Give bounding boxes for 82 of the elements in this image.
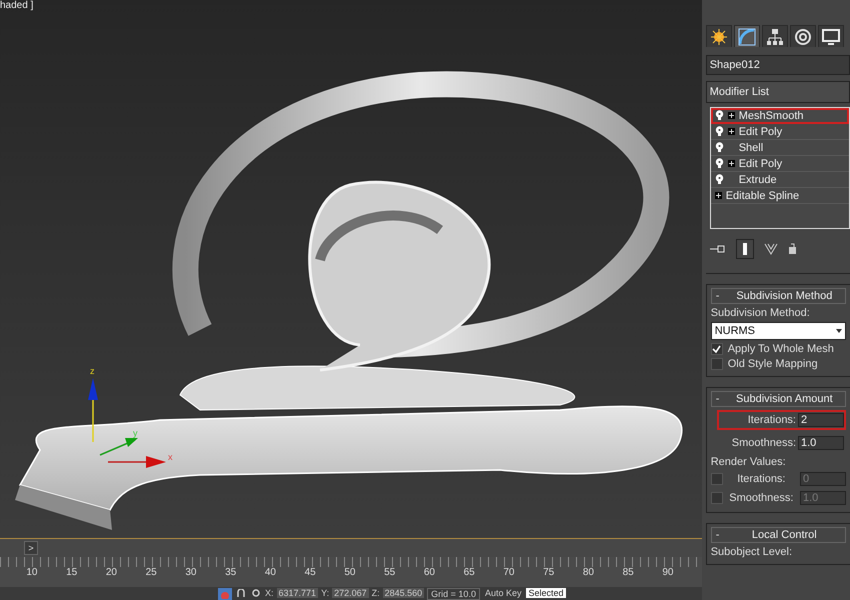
checkbox[interactable] bbox=[710, 358, 723, 370]
render-values-label: Render Values: bbox=[710, 456, 787, 468]
z-coordinate-field[interactable]: 2845.560 bbox=[382, 588, 424, 598]
frame-number: 10 bbox=[25, 567, 38, 578]
frame-number: 90 bbox=[661, 567, 674, 578]
method-dropdown[interactable]: NURMS bbox=[710, 322, 846, 340]
expand-icon[interactable] bbox=[714, 192, 722, 199]
light-bulb-icon[interactable] bbox=[714, 158, 724, 169]
hierarchy-tab[interactable] bbox=[762, 25, 788, 47]
magnet-icon[interactable] bbox=[235, 588, 247, 598]
subobject-level-label: Subobject Level: bbox=[710, 546, 794, 558]
light-bulb-icon[interactable] bbox=[714, 126, 724, 137]
frame-number: 50 bbox=[343, 567, 356, 578]
checkbox[interactable] bbox=[710, 343, 723, 355]
modifier-name: Edit Poly bbox=[738, 126, 782, 138]
rollout-header[interactable]: - Local Control bbox=[710, 527, 846, 543]
key-icon[interactable] bbox=[250, 588, 262, 598]
light-bulb-icon[interactable] bbox=[714, 110, 724, 121]
frame-number: 70 bbox=[502, 567, 516, 578]
time-slider-next-button[interactable]: > bbox=[24, 541, 38, 556]
y-coordinate-field[interactable]: 272.067 bbox=[332, 588, 369, 598]
viewport[interactable]: haded ] z y x bbox=[0, 0, 702, 538]
rollout-header[interactable]: - Subdivision Method bbox=[710, 288, 846, 304]
expand-icon[interactable] bbox=[728, 160, 735, 167]
modify-tab[interactable] bbox=[734, 25, 760, 47]
transform-gizmo[interactable]: z y x bbox=[88, 366, 172, 468]
field-label: Smoothness: bbox=[729, 492, 794, 504]
rollout-header[interactable]: - Subdivision Amount bbox=[710, 391, 846, 407]
field-label: Smoothness: bbox=[732, 437, 796, 449]
modifier-name: Editable Spline bbox=[726, 190, 800, 202]
frame-number: 80 bbox=[582, 567, 595, 578]
display-tab[interactable] bbox=[818, 25, 844, 47]
subdivision-method-label: Subdivision Method: bbox=[710, 307, 811, 319]
spinner-field[interactable]: 2 bbox=[798, 413, 844, 427]
frame-number: 30 bbox=[184, 567, 198, 578]
field-label: Iterations: bbox=[748, 414, 796, 426]
create-tab[interactable] bbox=[706, 25, 732, 47]
expand-icon[interactable] bbox=[728, 112, 735, 119]
stack-item[interactable]: Extrude bbox=[710, 172, 849, 188]
grid-readout: Grid = 10.0 bbox=[427, 588, 480, 600]
caret-icon bbox=[836, 329, 842, 333]
y-label: Y: bbox=[321, 588, 330, 598]
x-coordinate-field[interactable]: 6317.771 bbox=[276, 588, 318, 598]
z-label: Z: bbox=[372, 588, 380, 598]
selection-dropdown[interactable]: Selected bbox=[526, 588, 566, 598]
field-label: Iterations: bbox=[737, 473, 786, 485]
frame-number: 60 bbox=[422, 567, 436, 578]
timeline-ruler[interactable]: 10 15 20 25 30 35 40 45 50 55 60 65 70 75 80 85 90 bbox=[0, 557, 702, 587]
modifier-name: Shell bbox=[738, 142, 764, 154]
stack-item[interactable]: Shell bbox=[710, 140, 849, 156]
unique-icon[interactable] bbox=[764, 243, 778, 255]
pin-icon[interactable] bbox=[710, 244, 726, 254]
checkbox-label: Apply To Whole Mesh bbox=[728, 343, 834, 355]
frame-number: 15 bbox=[65, 567, 78, 578]
frame-number: 85 bbox=[622, 567, 635, 578]
light-bulb-icon[interactable] bbox=[714, 142, 724, 153]
frame-number: 45 bbox=[304, 567, 317, 578]
frame-number: 25 bbox=[144, 567, 158, 578]
modifier-list-dropdown[interactable]: Modifier List bbox=[706, 81, 850, 103]
x-label: X: bbox=[265, 588, 274, 598]
light-bulb-icon[interactable] bbox=[714, 174, 724, 185]
frame-number: 35 bbox=[224, 567, 238, 578]
stack-item[interactable]: MeshSmooth bbox=[710, 108, 849, 124]
modifier-name: MeshSmooth bbox=[738, 110, 804, 122]
frame-number: 40 bbox=[264, 567, 277, 578]
show-end-result-icon[interactable] bbox=[736, 239, 754, 259]
viewport-label[interactable]: haded ] bbox=[0, 0, 34, 11]
frame-number: 65 bbox=[462, 567, 476, 578]
frame-number: 20 bbox=[104, 567, 118, 578]
object-name-field[interactable]: Shape012 bbox=[706, 55, 850, 75]
auto-key-button[interactable]: Auto Key bbox=[482, 588, 524, 598]
spinner-field[interactable]: 1.0 bbox=[798, 436, 844, 450]
motion-tab[interactable] bbox=[790, 25, 816, 47]
stack-item[interactable]: Edit Poly bbox=[710, 124, 849, 140]
frame-number: 55 bbox=[383, 567, 396, 578]
stack-item[interactable]: Edit Poly bbox=[710, 156, 849, 172]
stack-item[interactable]: Editable Spline bbox=[710, 188, 849, 204]
frame-number: 75 bbox=[542, 567, 556, 578]
expand-icon[interactable] bbox=[728, 128, 735, 135]
modifier-name: Extrude bbox=[738, 174, 777, 186]
checkbox-label: Old Style Mapping bbox=[728, 358, 818, 370]
modifier-name: Edit Poly bbox=[738, 158, 782, 170]
